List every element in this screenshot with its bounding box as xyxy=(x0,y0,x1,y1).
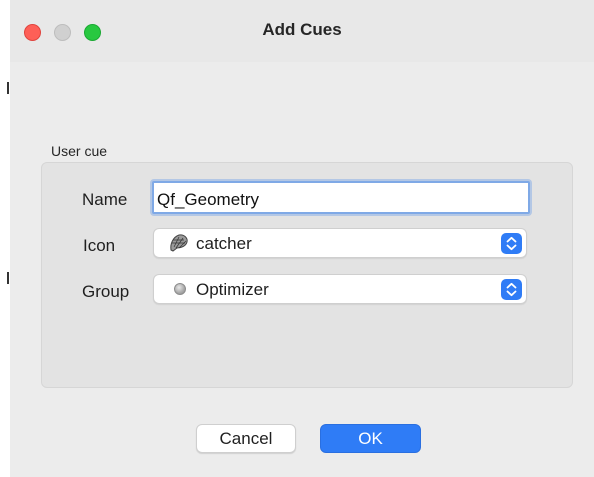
edge-mark xyxy=(7,272,9,284)
edge-mark xyxy=(7,82,9,94)
name-label: Name xyxy=(82,190,128,209)
background-edge xyxy=(0,0,10,477)
optimizer-icon xyxy=(174,283,186,295)
group-select[interactable]: Optimizer xyxy=(153,274,527,304)
chevron-up-down-icon xyxy=(506,236,517,251)
group-label: Group xyxy=(82,282,130,301)
group-select-stepper[interactable] xyxy=(501,279,522,300)
chevron-up-down-icon xyxy=(506,282,517,297)
group-select-value: Optimizer xyxy=(196,280,269,299)
group-box-label: User cue xyxy=(51,143,108,159)
title-bar: Add Cues xyxy=(10,0,594,62)
icon-select[interactable]: catcher xyxy=(153,228,527,258)
add-cues-dialog: Add Cues User cue Name Icon catcher Grou… xyxy=(10,0,594,477)
icon-select-value: catcher xyxy=(196,234,252,253)
name-field[interactable] xyxy=(152,181,530,214)
catcher-icon xyxy=(170,234,188,252)
icon-label: Icon xyxy=(83,236,116,255)
cancel-button[interactable]: Cancel xyxy=(196,424,296,453)
icon-select-stepper[interactable] xyxy=(501,233,522,254)
window-title: Add Cues xyxy=(262,20,342,39)
ok-button[interactable]: OK xyxy=(320,424,421,453)
